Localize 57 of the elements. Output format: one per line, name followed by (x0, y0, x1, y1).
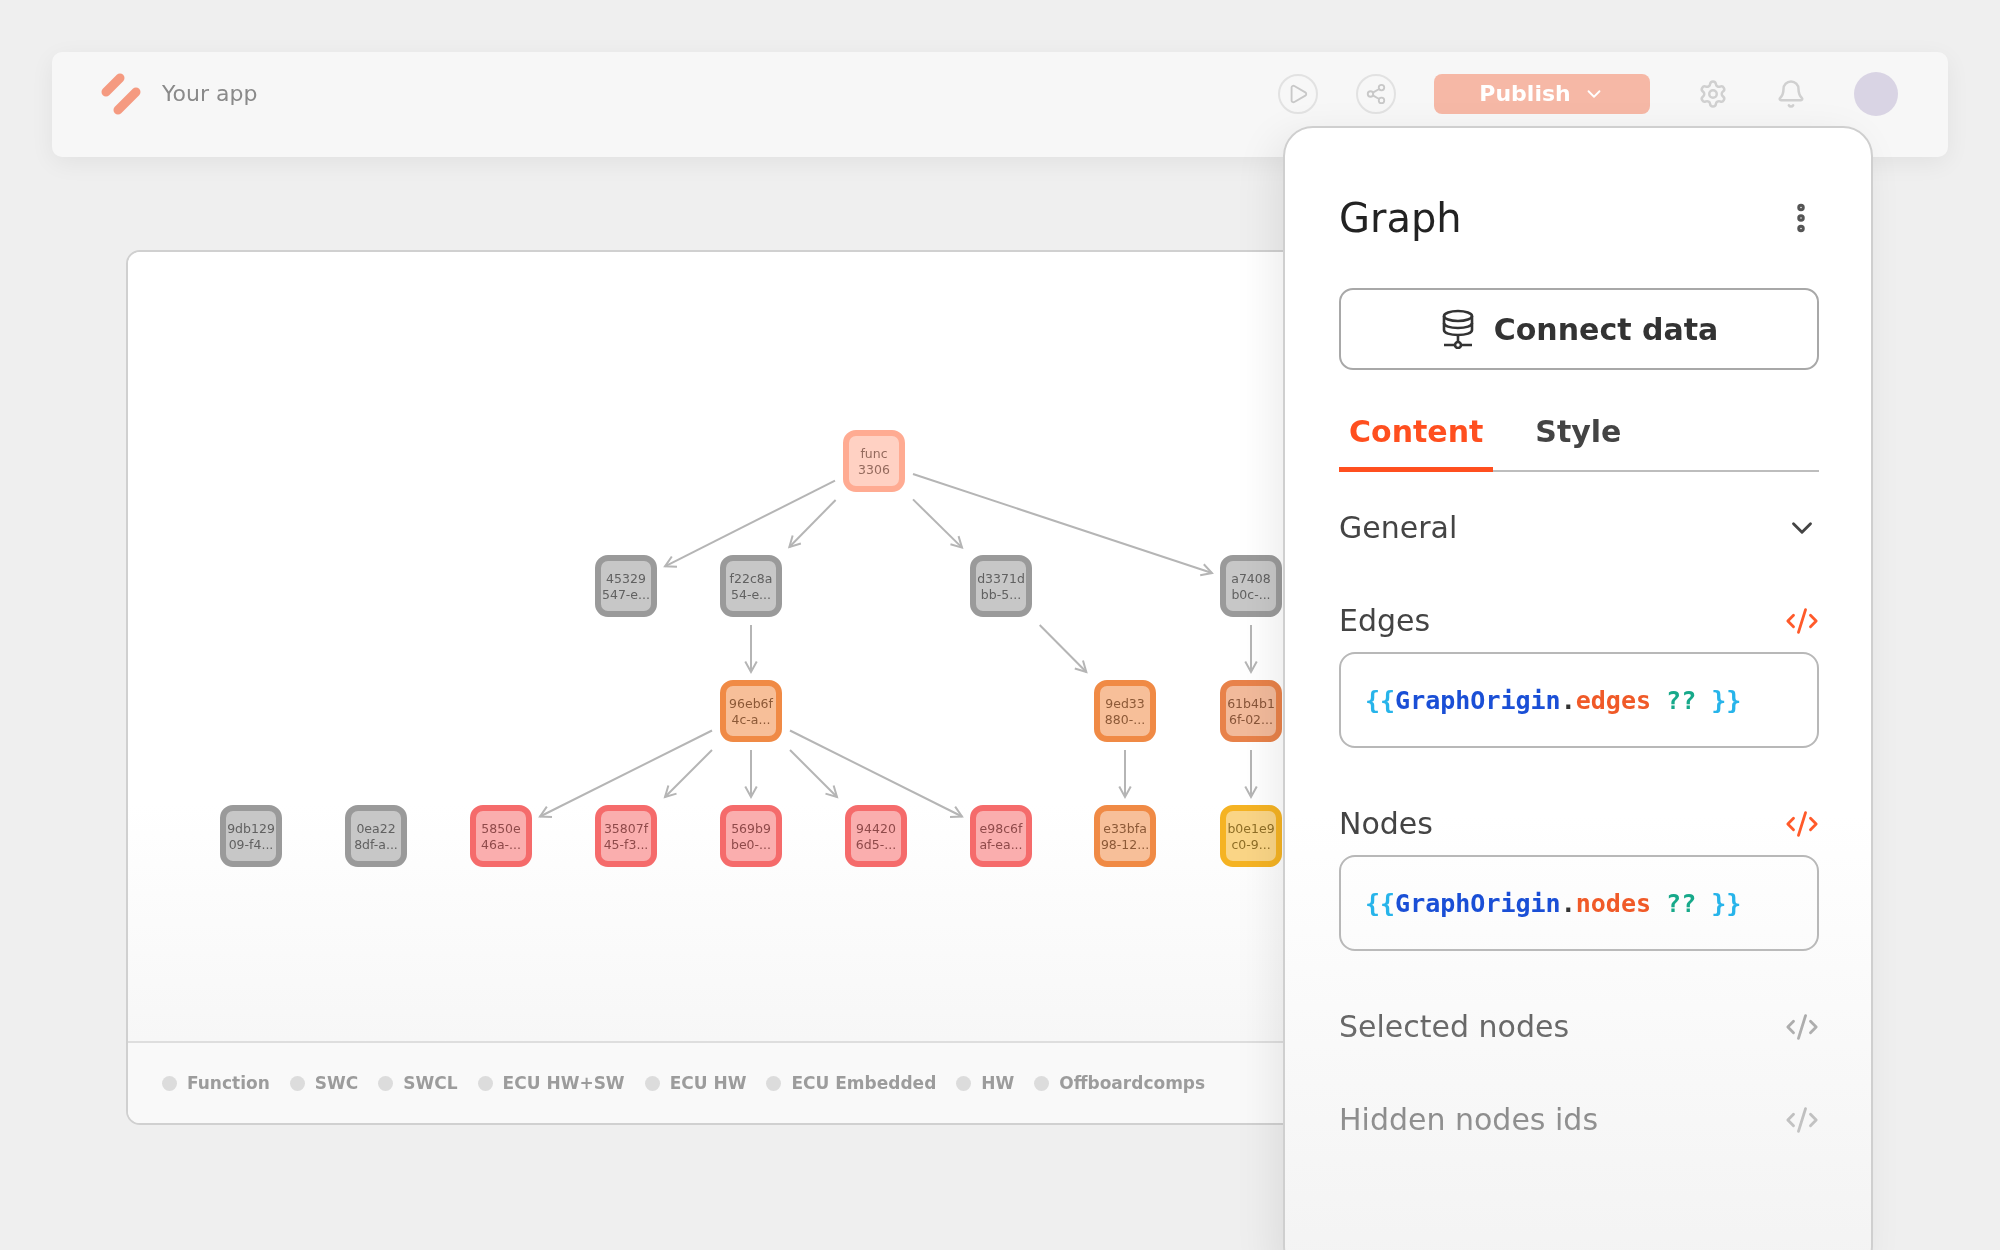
legend-label[interactable]: Function (187, 1073, 270, 1093)
tab[interactable]: Content (1339, 414, 1494, 472)
app-name: Your app (162, 81, 258, 106)
tab[interactable]: Style (1503, 414, 1654, 472)
graph-node[interactable]: b0e1e9 c0-9... (1220, 805, 1282, 867)
graph-node[interactable]: 569b9 be0-... (720, 805, 782, 867)
graph-node[interactable]: 61b4b1 6f-02... (1220, 680, 1282, 742)
graph-node[interactable]: 0ea22 8df-a... (345, 805, 407, 867)
graph-node[interactable]: e33bfa 98-12... (1094, 805, 1156, 867)
legend-dot (477, 1075, 493, 1091)
graph-node[interactable]: 96eb6f 4c-a... (720, 680, 782, 742)
legend-label[interactable]: HW (981, 1073, 1015, 1093)
edge-arrow (1244, 624, 1258, 675)
graph-node[interactable]: func 3306 (843, 430, 905, 492)
graph-node[interactable]: f22c8a 54-e... (720, 555, 782, 617)
legend-dot (378, 1075, 394, 1091)
edge-arrow (1118, 749, 1132, 800)
legend-dot (162, 1075, 177, 1091)
bell-icon[interactable] (1776, 78, 1806, 109)
property-label: Hidden nodes ids (1339, 1102, 1599, 1137)
property-label: Edges (1339, 603, 1431, 638)
property-label: Selected nodes (1339, 1009, 1570, 1044)
edge-arrow (1038, 624, 1088, 674)
legend-label[interactable]: SWCL (403, 1073, 458, 1093)
graph-node[interactable]: 9ed33 880-... (1094, 680, 1156, 742)
legend-dot (289, 1075, 305, 1091)
edge-arrow (744, 624, 758, 675)
share-icon (1365, 82, 1387, 105)
graph-node[interactable]: d3371d bb-5... (970, 555, 1032, 617)
settings-icon[interactable] (1698, 78, 1728, 109)
graph-node[interactable]: a7408 b0c-... (1220, 555, 1282, 617)
avatar[interactable] (1854, 71, 1898, 116)
edge-arrow (1244, 749, 1258, 800)
legend-label[interactable]: Offboardcomps (1059, 1073, 1206, 1093)
share-button[interactable] (1356, 73, 1396, 114)
code-field[interactable]: {{GraphOrigin.nodes ?? }} (1339, 855, 1819, 951)
legend-dot (644, 1075, 660, 1091)
legend-label[interactable]: ECU HW (669, 1073, 747, 1093)
section-header[interactable]: General (1339, 510, 1819, 545)
connect-data-button[interactable]: Connect data (1339, 288, 1819, 370)
legend-label[interactable]: SWC (314, 1073, 359, 1093)
legend-dot (1034, 1075, 1050, 1091)
code-field[interactable]: {{GraphOrigin.edges ?? }} (1339, 652, 1819, 748)
legend-label[interactable]: ECU HW+SW (502, 1073, 625, 1093)
panel-title: Graph (1339, 195, 1462, 241)
graph-node[interactable]: 9db129 09-f4... (220, 805, 282, 867)
legend-dot (766, 1075, 782, 1091)
graph-node[interactable]: 45329 547-e... (595, 555, 657, 617)
legend-dot (956, 1075, 972, 1091)
legend-label[interactable]: ECU Embedded (791, 1073, 937, 1093)
edge-arrow (744, 749, 758, 800)
graph-node[interactable]: 5850e 46a-... (470, 805, 532, 867)
graph-node[interactable]: e98c6f af-ea... (970, 805, 1032, 867)
property-label: Nodes (1339, 806, 1433, 841)
play-button[interactable] (1278, 73, 1318, 114)
graph-node[interactable]: 94420 6d5-... (845, 805, 907, 867)
graph-node[interactable]: 35807f 45-f3... (595, 805, 657, 867)
